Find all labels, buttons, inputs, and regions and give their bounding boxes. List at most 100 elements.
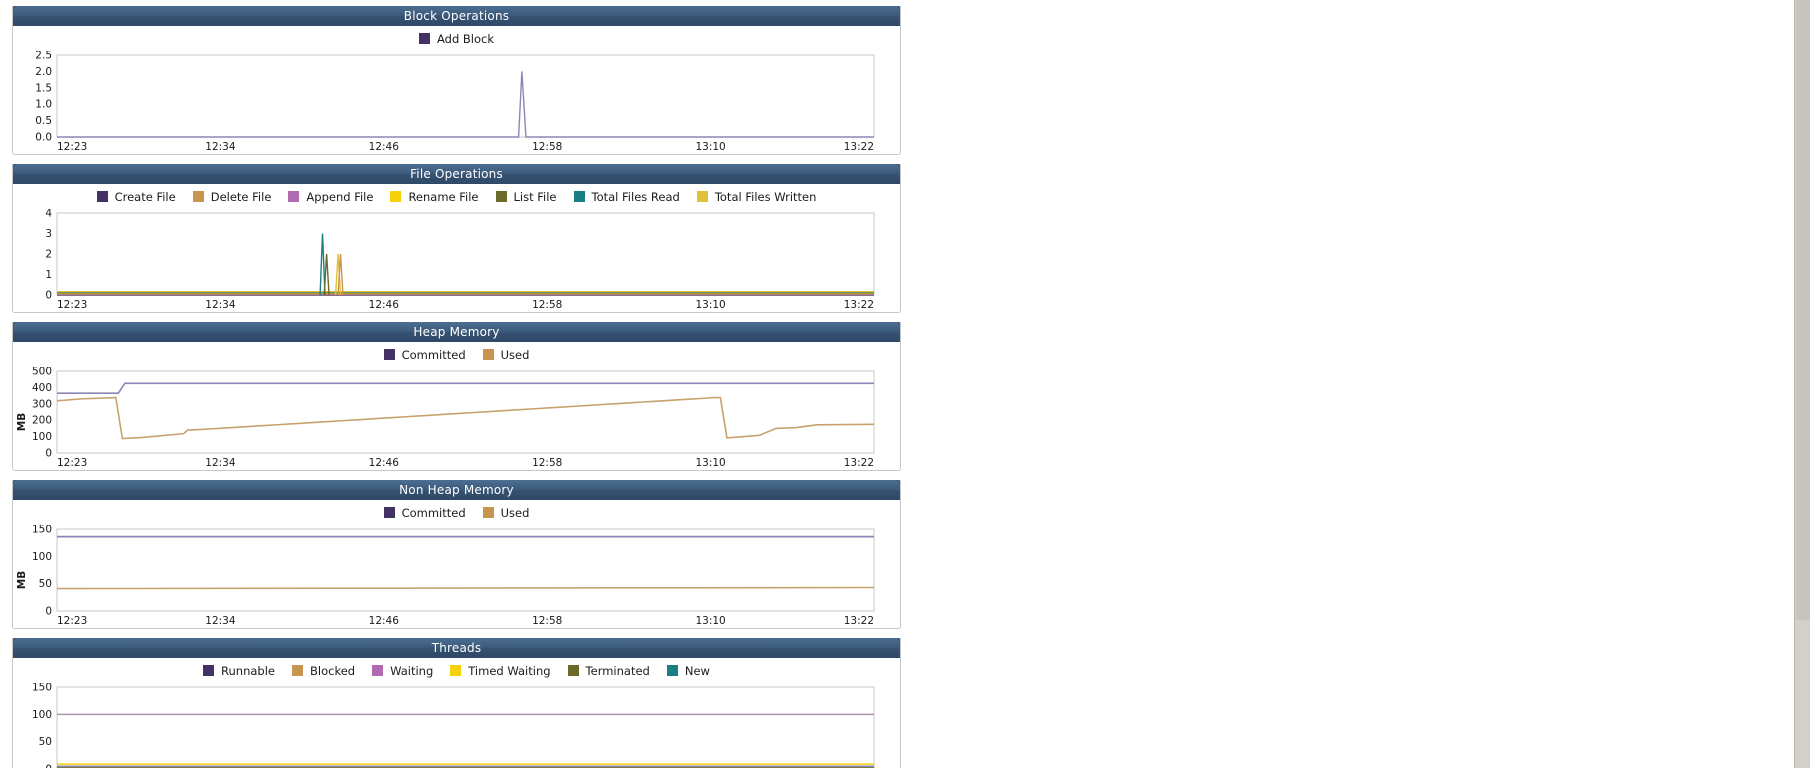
legend-swatch-icon — [288, 191, 300, 202]
svg-text:12:34: 12:34 — [205, 457, 236, 469]
panel-file-operations: File Operations Create File Delete File App… — [12, 164, 901, 313]
svg-text:0: 0 — [45, 764, 52, 768]
svg-text:0.0: 0.0 — [35, 132, 52, 144]
panel-title-file-operations: File Operations — [13, 164, 900, 184]
legend-label: Create File — [114, 189, 176, 204]
vertical-scrollbar[interactable] — [1794, 0, 1810, 768]
legend-item[interactable]: Create File — [96, 189, 176, 204]
monitoring-dashboard: Block Operations Add Block 0.0 0.5 1.0 1.5 2.0… — [0, 0, 1810, 768]
legend-item[interactable]: Committed — [383, 347, 466, 362]
svg-text:13:22: 13:22 — [844, 299, 874, 311]
svg-text:1.0: 1.0 — [35, 99, 52, 111]
legend-label: New — [684, 663, 710, 678]
legend-label: Used — [500, 505, 530, 520]
legend-item[interactable]: Add Block — [418, 32, 494, 46]
legend-label: Timed Waiting — [468, 663, 551, 678]
legend-item[interactable]: Append File — [288, 190, 373, 204]
svg-text:12:46: 12:46 — [369, 299, 400, 311]
svg-text:12:34: 12:34 — [205, 141, 236, 153]
panel-block-operations: Block Operations Add Block 0.0 0.5 1.0 1.5 2.0… — [12, 6, 901, 155]
legend-label: Rename File — [408, 189, 479, 204]
legend-item[interactable]: Timed Waiting — [450, 663, 551, 678]
svg-text:12:23: 12:23 — [57, 299, 87, 311]
svg-text:4: 4 — [45, 209, 52, 220]
legend-item[interactable]: Used — [482, 505, 530, 520]
svg-text:12:58: 12:58 — [532, 615, 562, 627]
svg-text:50: 50 — [39, 578, 52, 590]
svg-text:13:10: 13:10 — [695, 141, 725, 153]
svg-text:150: 150 — [32, 525, 52, 536]
legend-item[interactable]: Total Files Read — [573, 189, 680, 204]
svg-text:12:46: 12:46 — [369, 141, 400, 153]
svg-text:1: 1 — [45, 269, 52, 281]
svg-text:12:34: 12:34 — [205, 615, 236, 627]
svg-text:13:22: 13:22 — [844, 457, 874, 469]
legend-swatch-icon — [203, 665, 215, 676]
legend-swatch-icon — [450, 665, 462, 676]
legend-item[interactable]: Runnable — [203, 664, 275, 678]
legend-file-operations: Create File Delete File Append File Rename … — [13, 184, 900, 209]
svg-text:13:10: 13:10 — [695, 615, 725, 627]
legend-swatch-icon — [292, 665, 304, 676]
svg-text:50: 50 — [39, 736, 52, 748]
legend-swatch-icon — [383, 507, 395, 518]
legend-label: Total Files Read — [591, 189, 680, 204]
scrollbar-thumb[interactable] — [1796, 0, 1810, 620]
svg-text:150: 150 — [32, 683, 52, 694]
svg-text:200: 200 — [32, 415, 52, 427]
legend-swatch-icon — [482, 507, 494, 518]
panel-title-block-operations: Block Operations — [13, 6, 900, 26]
legend-block-operations: Add Block — [13, 26, 900, 51]
legend-swatch-icon — [372, 665, 384, 676]
svg-text:12:58: 12:58 — [532, 457, 562, 469]
svg-text:2.5: 2.5 — [35, 51, 52, 62]
legend-item[interactable]: List File — [495, 189, 557, 204]
plot-area-heap-memory[interactable]: 0 100 200 300 400 500 MB 12:23 12:34 12:46 12:58 13… — [13, 367, 900, 470]
legend-item[interactable]: Delete File — [192, 190, 271, 204]
svg-text:12:23: 12:23 — [57, 457, 87, 469]
panel-title-heap-memory: Heap Memory — [13, 322, 900, 342]
legend-item[interactable]: Blocked — [292, 664, 355, 678]
plot-area-non-heap-memory[interactable]: 0 50 100 150 MB 12:23 12:34 12:46 12:58 13:10 13:2… — [13, 525, 900, 628]
svg-text:2: 2 — [45, 249, 52, 261]
plot-area-file-operations[interactable]: 0 1 2 3 4 12:23 12:34 12:46 12:58 13:10 13:22 — [13, 209, 900, 312]
legend-item[interactable]: Committed — [383, 506, 466, 520]
plot-area-block-operations[interactable]: 0.0 0.5 1.0 1.5 2.0 2.5 12:23 12:34 12:46 12:58 13… — [13, 51, 900, 154]
svg-text:13:10: 13:10 — [695, 457, 725, 469]
legend-label: Blocked — [310, 663, 356, 678]
panel-title-threads: Threads — [13, 638, 900, 658]
svg-text:12:46: 12:46 — [369, 457, 400, 469]
legend-heap-memory: Committed Used — [13, 342, 900, 367]
legend-label: Total Files Written — [714, 189, 817, 204]
legend-swatch-icon — [418, 33, 430, 44]
legend-swatch-icon — [666, 665, 678, 676]
plot-area-threads[interactable]: 05010015012:2312:3412:4612:5813:1013:22 — [13, 683, 900, 768]
legend-swatch-icon — [192, 191, 204, 202]
legend-label: Runnable — [221, 663, 276, 678]
legend-item[interactable]: Rename File — [390, 189, 479, 204]
legend-swatch-icon — [495, 191, 507, 202]
svg-text:100: 100 — [32, 551, 52, 563]
legend-label: Waiting — [390, 663, 434, 678]
svg-text:MB: MB — [16, 413, 28, 431]
legend-item[interactable]: Terminated — [567, 664, 650, 678]
panel-body-heap-memory: Committed Used 0 100 200 300 400 500 MB 12:23 12:3… — [13, 342, 900, 470]
legend-item[interactable]: Total Files Written — [696, 189, 817, 204]
legend-item[interactable]: New — [666, 663, 710, 678]
legend-swatch-icon — [383, 349, 395, 360]
legend-swatch-icon — [482, 349, 494, 360]
legend-item[interactable]: Waiting — [372, 664, 433, 678]
svg-text:0: 0 — [45, 606, 52, 618]
panel-body-file-operations: Create File Delete File Append File Rename … — [13, 184, 900, 312]
legend-label: List File — [513, 189, 557, 204]
svg-text:12:34: 12:34 — [205, 299, 236, 311]
svg-text:400: 400 — [32, 382, 52, 394]
svg-text:12:46: 12:46 — [369, 615, 400, 627]
svg-text:12:23: 12:23 — [57, 615, 87, 627]
panel-non-heap-memory: Non Heap Memory Committed Used 0 50 100 150 MB 1… — [12, 480, 901, 629]
legend-label: Committed — [401, 347, 466, 362]
svg-text:MB: MB — [16, 571, 28, 589]
legend-label: Append File — [306, 189, 374, 204]
legend-item[interactable]: Used — [482, 348, 529, 362]
legend-threads: Runnable Blocked Waiting Timed Waiting Termi… — [13, 658, 900, 683]
